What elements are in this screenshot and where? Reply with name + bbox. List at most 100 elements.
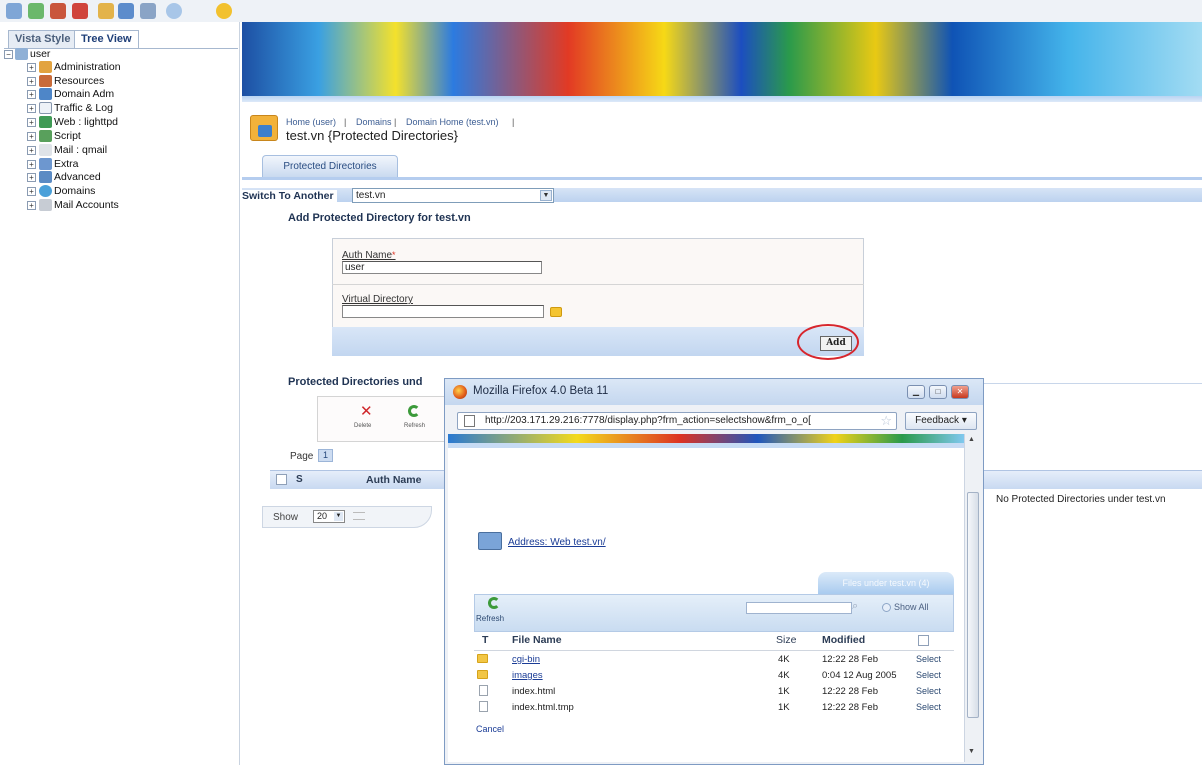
minimize-button[interactable]: ▁ — [907, 385, 925, 399]
action-box: ✕ Delete Refresh — [317, 396, 457, 442]
globe-icon[interactable] — [140, 3, 156, 19]
col-size[interactable]: Size — [776, 634, 796, 646]
breadcrumb-home[interactable]: Home (user) — [286, 117, 336, 127]
select-link[interactable]: Select — [916, 670, 941, 680]
expand-icon[interactable]: + — [27, 104, 36, 113]
tree-item-label: Script — [54, 130, 81, 142]
col-modified[interactable]: Modified — [822, 634, 865, 646]
form-divider — [332, 284, 864, 285]
tree-item-label: Advanced — [54, 171, 101, 183]
col-auth-name[interactable]: Auth Name — [366, 474, 421, 486]
breadcrumb-separator: | — [344, 117, 347, 127]
network-icon[interactable] — [6, 3, 22, 19]
select-link[interactable]: Select — [916, 654, 941, 664]
expand-icon[interactable]: + — [27, 160, 36, 169]
file-search-input[interactable] — [746, 602, 852, 614]
chevron-down-icon[interactable]: ▼ — [540, 190, 552, 201]
bookmark-star-icon[interactable]: ☆ — [880, 413, 892, 429]
url-bar[interactable]: http://203.171.29.216:7778/display.php?f… — [457, 412, 897, 430]
refresh-label[interactable]: Refresh — [404, 423, 425, 429]
expand-icon[interactable]: + — [27, 187, 36, 196]
collapse-icon[interactable]: − — [4, 50, 13, 59]
shield-icon[interactable] — [118, 3, 134, 19]
delete-label[interactable]: Delete — [354, 423, 371, 429]
refresh-icon[interactable] — [488, 597, 500, 609]
feedback-button[interactable]: Feedback ▾ — [905, 412, 977, 430]
breadcrumb-domain-home[interactable]: Domain Home (test.vn) — [406, 117, 499, 127]
auth-name-field[interactable]: user — [342, 261, 542, 274]
scroll-thumb[interactable] — [967, 492, 979, 718]
domain-select-value: test.vn — [356, 190, 386, 201]
tab-underline — [242, 177, 1202, 180]
file-row[interactable]: index.html.tmp 1K 12:22 28 Feb Select — [474, 700, 954, 716]
close-button[interactable]: ✕ — [951, 385, 969, 399]
domain-select[interactable]: test.vn ▼ — [352, 188, 554, 203]
user-icon[interactable] — [72, 3, 88, 19]
expand-icon[interactable]: + — [27, 201, 36, 210]
expand-icon[interactable]: + — [27, 90, 36, 99]
page-size-select[interactable]: 20 ▼ — [313, 510, 345, 523]
select-link[interactable]: Select — [916, 702, 941, 712]
file-row[interactable]: index.html 1K 12:22 28 Feb Select — [474, 684, 954, 700]
file-row[interactable]: cgi-bin 4K 12:22 28 Feb Select — [474, 652, 954, 668]
col-type[interactable]: T — [482, 634, 488, 646]
page-label: Page — [290, 451, 314, 462]
file-row[interactable]: images 4K 0:04 12 Aug 2005 Select — [474, 668, 954, 684]
tab-protected-directories[interactable]: Protected Directories — [262, 155, 398, 177]
tree-item-label: Domain Adm — [54, 88, 115, 100]
browse-folder-icon[interactable] — [550, 307, 562, 317]
refresh-label[interactable]: Refresh — [476, 614, 504, 623]
star-icon[interactable] — [216, 3, 232, 19]
cloud-icon[interactable] — [166, 3, 182, 19]
select-all-files-checkbox[interactable] — [918, 635, 929, 646]
address-link[interactable]: Address: Web test.vn/ — [508, 537, 606, 548]
popup-content: Address: Web test.vn/ Files under test.v… — [448, 434, 964, 762]
breadcrumb-domains[interactable]: Domains — [356, 117, 392, 127]
go-icon[interactable] — [353, 512, 365, 520]
scroll-up-icon[interactable]: ▲ — [968, 436, 975, 443]
vertical-scrollbar[interactable]: ▲ ▼ — [964, 434, 981, 762]
expand-icon[interactable]: + — [27, 132, 36, 141]
computer-icon — [478, 532, 502, 550]
expand-icon[interactable]: + — [27, 146, 36, 155]
expand-icon[interactable]: + — [27, 63, 36, 72]
expand-icon[interactable]: + — [27, 118, 36, 127]
virtual-directory-field[interactable] — [342, 305, 544, 318]
maximize-button[interactable]: □ — [929, 385, 947, 399]
tab-vista-style[interactable]: Vista Style — [8, 30, 78, 48]
file-modified: 12:22 28 Feb — [822, 654, 878, 665]
feedback-label: Feedback — [915, 415, 960, 426]
show-all-button[interactable]: Show All — [882, 602, 929, 613]
file-name[interactable]: index.html.tmp — [512, 702, 574, 713]
switch-label: Switch To Another — [242, 190, 337, 202]
scroll-down-icon[interactable]: ▼ — [968, 748, 975, 755]
file-name[interactable]: index.html — [512, 686, 555, 697]
tree-item-label: Mail Accounts — [54, 199, 119, 211]
required-mark: * — [392, 250, 396, 260]
tab-tree-view[interactable]: Tree View — [74, 30, 139, 48]
files-tab[interactable]: Files under test.vn (4) — [818, 572, 954, 594]
popup-titlebar[interactable]: Mozilla Firefox 4.0 Beta 11 ▁ □ ✕ — [445, 379, 983, 405]
gear-icon[interactable] — [50, 3, 66, 19]
expand-icon[interactable]: + — [27, 173, 36, 182]
auth-name-label: Auth Name* — [342, 250, 396, 261]
expand-icon[interactable]: + — [27, 77, 36, 86]
pin-icon[interactable] — [98, 3, 114, 19]
administration-icon — [39, 61, 52, 73]
protected-folder-icon — [250, 115, 278, 141]
delete-icon[interactable]: ✕ — [360, 404, 373, 419]
refresh-icon[interactable] — [408, 405, 420, 417]
check-icon[interactable] — [28, 3, 44, 19]
cancel-link[interactable]: Cancel — [476, 724, 504, 734]
file-name[interactable]: images — [512, 670, 543, 681]
search-icon[interactable]: ⌕ — [852, 600, 858, 613]
page-number[interactable]: 1 — [318, 449, 333, 462]
url-text: http://203.171.29.216:7778/display.php?f… — [485, 415, 811, 426]
col-file-name[interactable]: File Name — [512, 634, 562, 646]
chevron-down-icon[interactable]: ▼ — [334, 512, 343, 521]
select-link[interactable]: Select — [916, 686, 941, 696]
mail-icon — [39, 144, 52, 156]
col-status[interactable]: S — [296, 474, 303, 485]
file-name[interactable]: cgi-bin — [512, 654, 540, 665]
select-all-checkbox[interactable] — [276, 474, 287, 485]
